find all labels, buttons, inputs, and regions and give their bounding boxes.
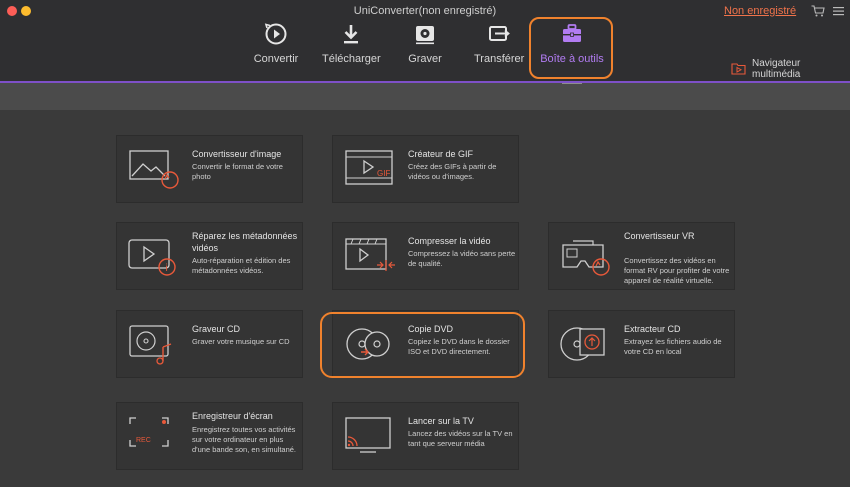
tool-card-cd-ripper[interactable]: Extracteur CD Extrayez les fichiers audi… — [548, 310, 735, 378]
tool-card-fix-metadata[interactable]: i Réparez les métadonnées vidéos Auto-ré… — [116, 222, 303, 290]
tool-description: Enregistrez toutes vos activités sur vot… — [192, 425, 297, 454]
tool-title: Graveur CD — [192, 324, 241, 334]
tool-description: Compressez la vidéo sans perte de qualit… — [408, 249, 516, 268]
tab-label: Convertir — [253, 53, 299, 65]
tool-card-screen-recorder[interactable]: REC Enregistreur d'écran Enregistrez tou… — [116, 402, 303, 470]
tool-title: Créateur de GIF — [408, 149, 474, 159]
tool-description: Extrayez les fichiers audio de votre CD … — [624, 337, 722, 356]
convert-icon — [263, 22, 289, 46]
tool-title: Réparez les métadonnées vidéos — [192, 231, 298, 253]
tool-title: Compresser la vidéo — [408, 236, 491, 246]
gif-maker-icon: GIF — [343, 148, 397, 190]
cart-icon[interactable] — [811, 5, 825, 17]
tool-card-dvd-copy[interactable]: Copie DVD Copiez le DVD dans le dossier … — [332, 310, 519, 378]
fix-metadata-icon: i — [127, 237, 181, 279]
svg-text:i: i — [166, 263, 168, 274]
compress-video-icon — [343, 235, 397, 277]
tool-description: Convertissez des vidéos en format RV pou… — [624, 256, 730, 285]
tool-title: Enregistreur d'écran — [192, 411, 273, 421]
tool-description: Copiez le DVD dans le dossier ISO et DVD… — [408, 337, 510, 356]
tool-title: Lancer sur la TV — [408, 416, 474, 426]
tool-title: Convertisseur d'image — [192, 149, 282, 159]
transfer-icon — [486, 22, 512, 46]
screen-recorder-icon: REC — [127, 415, 181, 457]
download-icon — [338, 22, 364, 46]
media-browser-button[interactable]: Navigateur multimédia — [731, 58, 850, 80]
active-tab-indicator — [562, 83, 582, 84]
tool-card-compress-video[interactable]: Compresser la vidéo Compressez la vidéo … — [332, 222, 519, 290]
menu-icon[interactable] — [833, 6, 844, 16]
tab-telecharger[interactable]: Télécharger — [322, 22, 381, 65]
active-tab-highlight — [529, 17, 613, 79]
app-window: UniConverter(non enregistré) Non enregis… — [0, 0, 850, 487]
tab-label: Télécharger — [322, 53, 381, 65]
tool-card-image-converter[interactable]: Convertisseur d'image Convertir le forma… — [116, 135, 303, 203]
dvd-copy-icon — [343, 323, 397, 365]
tool-title: Convertisseur VR — [624, 231, 695, 241]
tab-label: Graver — [408, 53, 442, 65]
vr-converter-icon — [559, 237, 613, 279]
burn-disc-icon — [412, 22, 438, 46]
tool-card-vr-converter[interactable]: Convertisseur VR Convertissez des vidéos… — [548, 222, 735, 290]
unregistered-link[interactable]: Non enregistré — [724, 5, 796, 17]
svg-text:GIF: GIF — [377, 169, 390, 178]
media-browser-label: Navigateur multimédia — [752, 58, 801, 80]
tool-description: Lancez des vidéos sur la TV en tant que … — [408, 429, 513, 448]
media-browser-icon — [731, 63, 746, 75]
tool-card-cd-burner[interactable]: Graveur CD Graver votre musique sur CD — [116, 310, 303, 378]
tool-description: Auto-réparation et édition des métadonné… — [192, 256, 291, 275]
tab-label: Transférer — [474, 53, 525, 65]
tab-transferer[interactable]: Transférer — [474, 22, 524, 65]
rec-badge: REC — [136, 437, 151, 444]
tool-card-cast-to-tv[interactable]: Lancer sur la TV Lancez des vidéos sur l… — [332, 402, 519, 470]
tab-convertir[interactable]: Convertir — [251, 22, 301, 65]
sub-toolbar — [0, 83, 850, 110]
tool-description: Créez des GIFs à partir de vidéos ou d'i… — [408, 162, 497, 181]
tool-description: Convertir le format de votre photo — [192, 162, 283, 181]
window-title: UniConverter(non enregistré) — [353, 5, 497, 17]
cd-ripper-icon — [559, 323, 613, 365]
image-converter-icon — [127, 148, 181, 190]
cd-burner-icon — [127, 323, 181, 365]
cast-to-tv-icon — [343, 415, 397, 457]
title-bar: UniConverter(non enregistré) Non enregis… — [0, 0, 850, 82]
tool-title: Extracteur CD — [624, 324, 681, 334]
tool-title: Copie DVD — [408, 324, 454, 334]
tab-graver[interactable]: Graver — [403, 22, 447, 65]
tool-card-gif-maker[interactable]: GIF Créateur de GIF Créez des GIFs à par… — [332, 135, 519, 203]
tool-description: Graver votre musique sur CD — [192, 337, 290, 346]
